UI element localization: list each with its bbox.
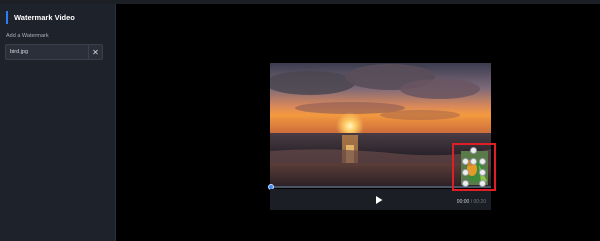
watermark-selection-box[interactable] [452,143,496,191]
resize-handle-mid-right[interactable] [479,158,486,165]
sidebar: Watermark Video Add a Watermark bird.jpg… [0,4,116,241]
resize-handle-left[interactable] [462,169,469,176]
current-time: 00:00 [456,199,470,205]
play-icon[interactable] [374,195,384,205]
close-icon: ✕ [92,47,99,57]
preview-canvas: 00:00 / 00:20 [117,4,600,241]
resize-handle-center-top[interactable] [470,158,477,165]
resize-handle-right[interactable] [479,169,486,176]
add-watermark-label: Add a Watermark [6,33,49,39]
panel-title: Watermark Video [6,10,75,24]
resize-handle-bottom-right[interactable] [479,180,486,187]
resize-handle-top[interactable] [470,147,477,154]
duration-time: 00:20 [473,199,486,205]
watermark-file-name: bird.jpg [10,49,29,55]
title-accent-bar [6,10,8,24]
time-display: 00:00 / 00:20 [457,199,486,205]
watermark-file-field[interactable]: bird.jpg ✕ [5,44,103,60]
time-separator: / [470,199,473,205]
panel-title-text: Watermark Video [14,12,75,22]
remove-file-button[interactable]: ✕ [88,45,102,59]
player-controls: 00:00 / 00:20 [270,189,491,210]
resize-handle-bottom-left[interactable] [462,180,469,187]
resize-handle-mid-left[interactable] [462,158,469,165]
